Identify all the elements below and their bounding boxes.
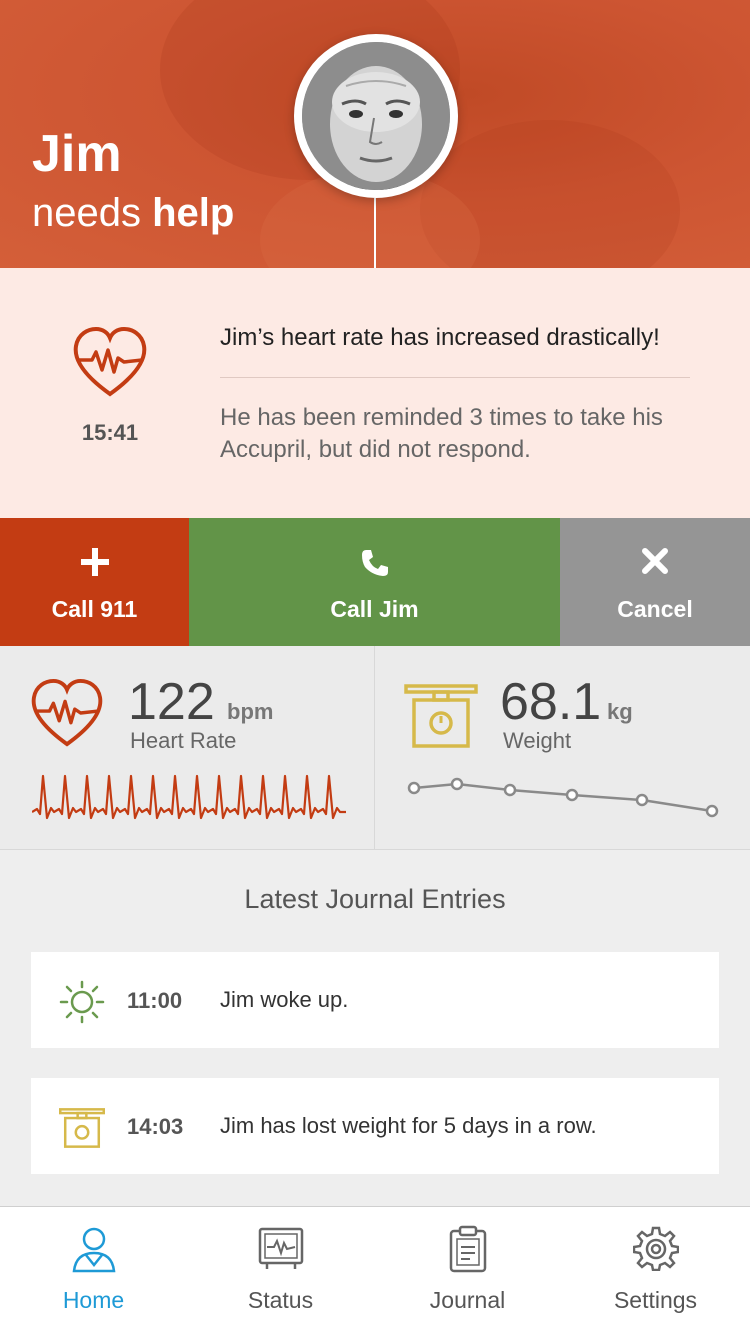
call-jim-button[interactable]: Call Jim [189,518,560,646]
heart-rate-value: 122 [128,673,215,731]
tab-label: Home [62,1287,125,1313]
tab-status[interactable]: Status [187,1207,374,1334]
heart-icon [30,678,104,753]
gear-icon [561,1225,750,1271]
heart-rate-unit: bpm [227,699,274,724]
journal-title: Latest Journal Entries [244,884,506,914]
weight-unit: kg [607,699,633,724]
person-icon [0,1225,187,1273]
close-icon [560,548,750,584]
tab-label: Settings [613,1287,698,1313]
vitals-divider [374,646,375,850]
scale-icon [404,682,478,755]
avatar[interactable] [294,34,458,198]
heart-rate-icon [72,326,148,403]
avatar-photo [302,42,450,190]
alert-divider [220,377,690,378]
cancel-button[interactable]: Cancel [560,518,750,646]
scale-icon [59,1106,105,1155]
weight-value: 68.1 [500,673,602,731]
call-jim-label: Call Jim [330,596,419,622]
tab-settings[interactable]: Settings [561,1207,750,1334]
entry-text: Jim has lost weight for 5 days in a row. [220,1113,597,1138]
heart-rate-label: Heart Rate [130,728,237,753]
tab-home[interactable]: Home [0,1207,187,1334]
journal-entry[interactable]: 14:03 Jim has lost weight for 5 days in … [31,1078,719,1174]
entry-time: 11:00 [127,988,183,1013]
weight-label: Weight [503,728,572,753]
tab-label: Status [247,1287,314,1313]
patient-name: Jim [32,125,122,183]
tab-journal[interactable]: Journal [374,1207,561,1334]
monitor-icon [187,1225,374,1271]
avatar-connector-line [374,198,376,268]
call-911-button[interactable]: Call 911 [0,518,189,646]
header-subtitle: needs help [32,191,235,235]
entry-text: Jim woke up. [220,987,349,1012]
phone-icon [189,548,560,584]
tab-label: Journal [429,1287,506,1313]
tab-bar: Home Status Journal Settings [0,1206,750,1334]
sun-icon [59,980,105,1029]
weight-trend-chart [407,777,719,818]
alert-message: He has been reminded 3 times to take his… [220,404,663,463]
entry-time: 14:03 [127,1114,184,1139]
journal-entry[interactable]: 11:00 Jim woke up. [31,952,719,1048]
clipboard-icon [374,1225,561,1273]
alert-title: Jim’s heart rate has increased drastical… [220,324,660,351]
cancel-label: Cancel [617,596,693,622]
alert-time: 15:41 [81,420,139,445]
call-911-label: Call 911 [51,596,138,622]
plus-icon [0,548,189,584]
ecg-waveform [32,774,346,820]
